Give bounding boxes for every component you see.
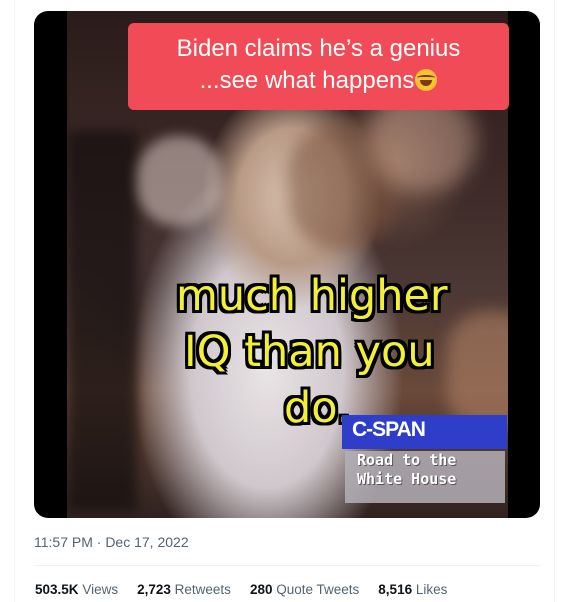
tweet-stats: 503.5K Views 2,723 Retweets 280 Quote Tw…	[35, 582, 447, 597]
subtitle-line-1: much higher	[176, 271, 448, 321]
tweet-video[interactable]: Biden claims he’s a genius ...see what h…	[34, 11, 540, 518]
stat-retweets[interactable]: 2,723 Retweets	[137, 582, 231, 597]
stat-views: 503.5K Views	[35, 582, 119, 597]
subtitle-line-3: do.	[284, 383, 351, 433]
caption-line-1: Biden claims he’s a genius	[176, 35, 461, 62]
program-line-1: Road to the	[357, 451, 457, 469]
stat-quote-tweets[interactable]: 280 Quote Tweets	[250, 582, 359, 597]
subtitle-line-2: IQ than you	[184, 327, 435, 377]
program-line-2: White House	[357, 470, 457, 488]
tweet-timestamp[interactable]: 11:57 PM · Dec 17, 2022	[34, 534, 189, 550]
divider	[34, 565, 540, 566]
network-logo: C-SPAN	[352, 418, 426, 441]
caption-line-2: ...see what happens	[199, 67, 415, 94]
program-title: Road to the White House	[357, 451, 456, 489]
video-caption-banner: Biden claims he’s a genius ...see what h…	[128, 23, 509, 110]
stat-likes[interactable]: 8,516 Likes	[378, 582, 447, 597]
laughing-emoji-icon	[415, 69, 438, 91]
